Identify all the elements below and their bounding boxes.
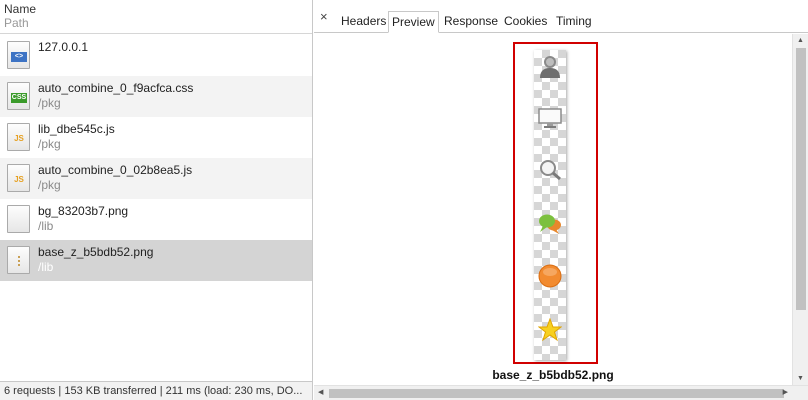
column-header[interactable]: Name Path [0, 0, 312, 34]
preview-filename: base_z_b5bdb52.png [492, 368, 614, 382]
css-file-icon: CSS [7, 82, 30, 110]
request-list: <> 127.0.0.1 CSS auto_combine_0_f9acfca.… [0, 35, 312, 281]
chat-bubbles-icon [539, 214, 561, 234]
tab-preview[interactable]: Preview [388, 11, 439, 33]
scroll-left-icon[interactable]: ◀ [318, 388, 323, 396]
close-icon[interactable]: × [320, 9, 328, 24]
user-icon [540, 56, 560, 78]
request-row[interactable]: CSS auto_combine_0_f9acfca.css /pkg [0, 76, 312, 117]
vertical-scrollbar[interactable]: ▲ ▼ [792, 34, 808, 385]
request-path: /lib [38, 219, 54, 233]
request-name: auto_combine_0_f9acfca.css [38, 81, 194, 95]
image-file-icon [7, 205, 30, 233]
monitor-icon [538, 108, 562, 128]
request-path: /pkg [38, 178, 61, 192]
request-row[interactable]: JS auto_combine_0_02b8ea5.js /pkg [0, 158, 312, 199]
status-bar: 6 requests | 153 KB transferred | 211 ms… [0, 381, 312, 400]
request-name: base_z_b5bdb52.png [38, 245, 154, 259]
star-icon [538, 318, 562, 342]
detail-tabs: × Headers Preview Response Cookies Timin… [314, 0, 808, 33]
scroll-down-icon[interactable]: ▼ [797, 375, 804, 382]
request-path: /pkg [38, 96, 61, 110]
request-name: bg_83203b7.png [38, 204, 129, 218]
tab-timing[interactable]: Timing [554, 11, 594, 31]
request-row[interactable]: bg_83203b7.png /lib [0, 199, 312, 240]
tab-headers[interactable]: Headers [339, 11, 388, 31]
tab-cookies[interactable]: Cookies [502, 11, 549, 31]
js-file-icon: JS [7, 164, 30, 192]
scroll-right-icon[interactable]: ▶ [783, 388, 788, 396]
horizontal-scrollbar[interactable]: ◀ ▶ [314, 385, 808, 400]
vertical-scroll-thumb[interactable] [796, 48, 806, 310]
request-path: /lib [38, 260, 54, 274]
js-file-icon: JS [7, 123, 30, 151]
image-preview-area: base_z_b5bdb52.png [314, 34, 792, 385]
request-row[interactable]: JS lib_dbe545c.js /pkg [0, 117, 312, 158]
tab-response[interactable]: Response [442, 11, 500, 31]
sprite-image-preview [534, 50, 566, 360]
detail-panel: × Headers Preview Response Cookies Timin… [314, 0, 808, 400]
orange-circle-icon [538, 264, 562, 288]
html-file-icon: <> [7, 41, 30, 69]
horizontal-scroll-thumb[interactable] [329, 389, 784, 398]
image-file-icon [7, 246, 30, 274]
request-row-selected[interactable]: base_z_b5bdb52.png /lib [0, 240, 312, 281]
scroll-up-icon[interactable]: ▲ [797, 37, 804, 44]
request-name: lib_dbe545c.js [38, 122, 115, 136]
request-name: 127.0.0.1 [38, 40, 89, 54]
name-column-header[interactable]: Name [4, 2, 312, 16]
request-path: /pkg [38, 137, 61, 151]
request-row[interactable]: <> 127.0.0.1 [0, 35, 312, 76]
magnifier-icon [540, 160, 561, 181]
request-name: auto_combine_0_02b8ea5.js [38, 163, 193, 177]
request-list-panel: Name Path <> 127.0.0.1 CSS auto_combine_… [0, 0, 313, 400]
path-column-header[interactable]: Path [4, 16, 312, 30]
